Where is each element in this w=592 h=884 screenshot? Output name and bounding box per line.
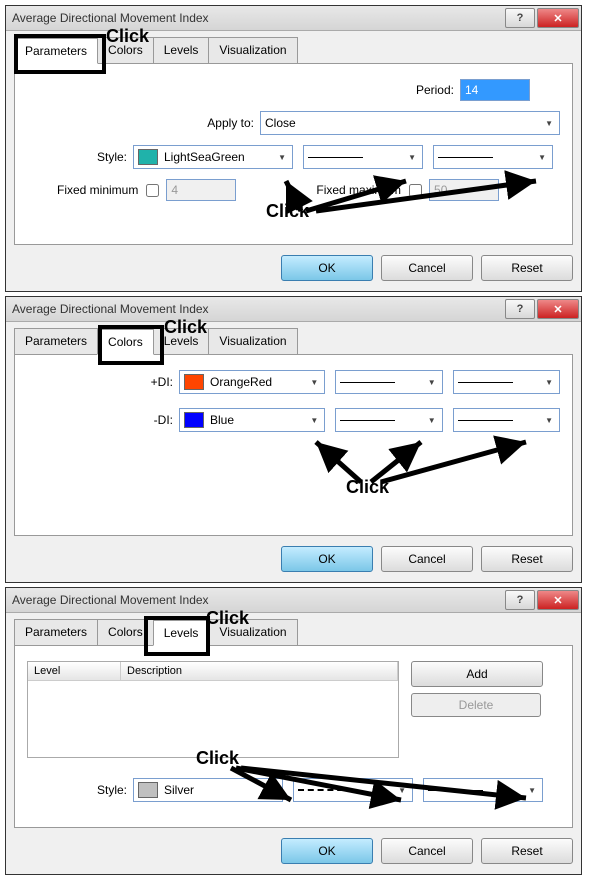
- ok-button[interactable]: OK: [281, 838, 373, 864]
- tab-bar: Parameters Colors Levels Visualization: [14, 619, 573, 646]
- tab-parameters[interactable]: Parameters: [14, 328, 98, 354]
- applyto-dropdown[interactable]: Close: [260, 111, 560, 135]
- tab-content-parameters: Period: Apply to: Close Style: LightSeaG…: [14, 64, 573, 245]
- close-button[interactable]: ✕: [537, 590, 579, 610]
- minus-di-label: -DI:: [27, 413, 179, 427]
- level-width-dropdown[interactable]: [423, 778, 543, 802]
- tab-bar: Parameters Colors Levels Visualization: [14, 37, 573, 64]
- fixed-min-input[interactable]: [166, 179, 236, 201]
- window-title: Average Directional Movement Index: [6, 302, 209, 316]
- tab-content-colors: +DI: OrangeRed -DI: Blue: [14, 355, 573, 536]
- help-button[interactable]: ?: [505, 590, 535, 610]
- reset-button[interactable]: Reset: [481, 546, 573, 572]
- titlebar: Average Directional Movement Index ? ✕: [6, 297, 581, 322]
- tab-colors[interactable]: Colors: [97, 329, 154, 355]
- plus-di-swatch: [184, 374, 204, 390]
- fixed-max-input[interactable]: [429, 179, 499, 201]
- line-preview-icon: [308, 157, 363, 158]
- col-description: Description: [121, 662, 398, 680]
- minus-di-swatch: [184, 412, 204, 428]
- dashed-line-icon: [298, 789, 353, 791]
- fixed-min-label: Fixed minimum: [57, 183, 138, 197]
- cancel-button[interactable]: Cancel: [381, 546, 473, 572]
- plus-di-label: +DI:: [27, 375, 179, 389]
- tab-parameters[interactable]: Parameters: [14, 619, 98, 645]
- fixed-max-label: Fixed maximum: [316, 183, 401, 197]
- tab-levels[interactable]: Levels: [153, 328, 210, 354]
- style-label: Style:: [27, 783, 133, 797]
- help-button[interactable]: ?: [505, 299, 535, 319]
- tab-colors[interactable]: Colors: [97, 619, 154, 645]
- window-title: Average Directional Movement Index: [6, 11, 209, 25]
- style-color-swatch: [138, 149, 158, 165]
- minus-di-color-dropdown[interactable]: Blue: [179, 408, 325, 432]
- applyto-value: Close: [265, 116, 296, 130]
- delete-button[interactable]: Delete: [411, 693, 541, 717]
- tab-levels[interactable]: Levels: [153, 620, 210, 646]
- fixed-min-checkbox[interactable]: [146, 184, 159, 197]
- cancel-button[interactable]: Cancel: [381, 255, 473, 281]
- period-label: Period:: [416, 83, 454, 97]
- titlebar: Average Directional Movement Index ? ✕: [6, 588, 581, 613]
- plus-di-line-dropdown[interactable]: [335, 370, 442, 394]
- style-width-dropdown[interactable]: [433, 145, 553, 169]
- style-label: Style:: [27, 150, 133, 164]
- level-line-dropdown[interactable]: [293, 778, 413, 802]
- minus-di-line-dropdown[interactable]: [335, 408, 442, 432]
- period-input[interactable]: [460, 79, 530, 101]
- cancel-button[interactable]: Cancel: [381, 838, 473, 864]
- line-preview-icon: [340, 382, 395, 383]
- tab-visualization[interactable]: Visualization: [208, 619, 297, 645]
- dialog-levels: Average Directional Movement Index ? ✕ P…: [5, 587, 582, 875]
- tab-levels[interactable]: Levels: [153, 37, 210, 63]
- ok-button[interactable]: OK: [281, 255, 373, 281]
- add-button[interactable]: Add: [411, 661, 543, 687]
- tab-parameters[interactable]: Parameters: [14, 38, 98, 64]
- style-color-name: LightSeaGreen: [164, 150, 245, 164]
- tab-visualization[interactable]: Visualization: [208, 37, 297, 63]
- plus-di-color-dropdown[interactable]: OrangeRed: [179, 370, 325, 394]
- tab-colors[interactable]: Colors: [97, 37, 154, 63]
- col-level: Level: [28, 662, 121, 680]
- levels-table[interactable]: Level Description: [27, 661, 399, 758]
- titlebar: Average Directional Movement Index ? ✕: [6, 6, 581, 31]
- window-title: Average Directional Movement Index: [6, 593, 209, 607]
- minus-di-width-dropdown[interactable]: [453, 408, 560, 432]
- style-color-dropdown[interactable]: LightSeaGreen: [133, 145, 293, 169]
- line-preview-icon: [428, 790, 483, 791]
- help-button[interactable]: ?: [505, 8, 535, 28]
- minus-di-color-name: Blue: [210, 413, 234, 427]
- applyto-label: Apply to:: [207, 116, 254, 130]
- tab-visualization[interactable]: Visualization: [208, 328, 297, 354]
- ok-button[interactable]: OK: [281, 546, 373, 572]
- line-preview-icon: [458, 382, 513, 383]
- line-preview-icon: [340, 420, 395, 421]
- reset-button[interactable]: Reset: [481, 255, 573, 281]
- plus-di-width-dropdown[interactable]: [453, 370, 560, 394]
- dialog-parameters: Average Directional Movement Index ? ✕ P…: [5, 5, 582, 292]
- level-color-name: Silver: [164, 783, 194, 797]
- tab-content-levels: Level Description Add Delete Style: Silv…: [14, 646, 573, 828]
- tab-bar: Parameters Colors Levels Visualization: [14, 328, 573, 355]
- line-preview-icon: [438, 157, 493, 158]
- style-line-dropdown[interactable]: [303, 145, 423, 169]
- line-preview-icon: [458, 420, 513, 421]
- close-button[interactable]: ✕: [537, 8, 579, 28]
- level-color-dropdown[interactable]: Silver: [133, 778, 283, 802]
- close-button[interactable]: ✕: [537, 299, 579, 319]
- dialog-colors: Average Directional Movement Index ? ✕ P…: [5, 296, 582, 583]
- plus-di-color-name: OrangeRed: [210, 375, 272, 389]
- levels-table-header: Level Description: [28, 662, 398, 681]
- level-color-swatch: [138, 782, 158, 798]
- fixed-max-checkbox[interactable]: [409, 184, 422, 197]
- reset-button[interactable]: Reset: [481, 838, 573, 864]
